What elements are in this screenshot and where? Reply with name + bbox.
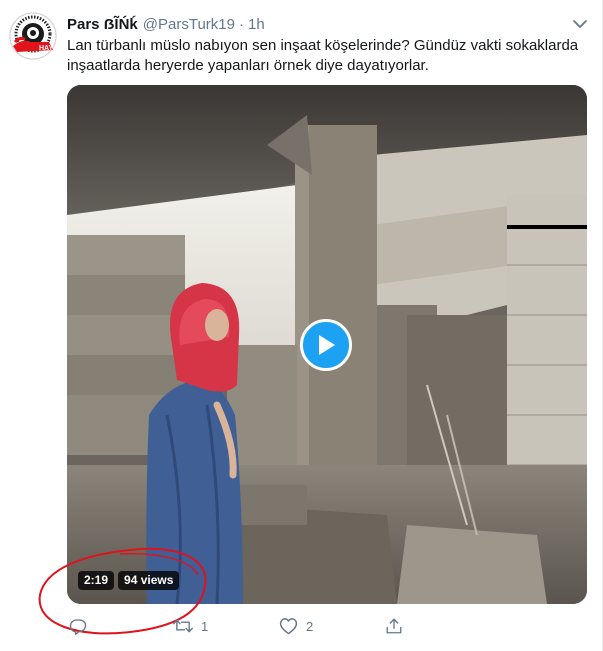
avatar[interactable]: HAY xyxy=(9,12,57,60)
tweet-text-line: inşaatlarda heryerde yapanları örnek diy… xyxy=(67,57,429,74)
retweet-icon xyxy=(173,619,193,633)
play-icon xyxy=(319,335,335,355)
chevron-down-icon[interactable] xyxy=(572,16,588,32)
tweet-timestamp[interactable]: 1h xyxy=(248,16,265,33)
video-player[interactable]: 2:19 94 views xyxy=(67,85,587,604)
like-button[interactable]: 2 xyxy=(279,614,313,638)
display-name[interactable]: Pars ẞĨŃḱ xyxy=(67,16,138,33)
tweet-text: Lan türbanlı müslo nabıyon sen inşaat kö… xyxy=(67,36,587,76)
tweet-text-line: Lan türbanlı müslo nabıyon sen inşaat kö… xyxy=(67,37,579,54)
like-count: 2 xyxy=(306,618,314,634)
share-icon xyxy=(386,618,402,634)
retweet-button[interactable]: 1 xyxy=(173,614,208,638)
heart-icon xyxy=(279,618,298,635)
tweet-header: Pars ẞĨŃḱ @ParsTurk19 · 1h xyxy=(67,14,588,34)
video-badges: 2:19 94 views xyxy=(78,571,180,590)
tweet-actions: 1 2 xyxy=(67,614,587,638)
share-button[interactable] xyxy=(385,614,403,638)
tweet: HAY Pars ẞĨŃḱ @ParsTurk19 · 1h Lan türba… xyxy=(0,0,603,651)
user-handle[interactable]: @ParsTurk19 xyxy=(143,16,235,33)
reply-button[interactable] xyxy=(69,614,87,638)
avatar-banner-text: HAY xyxy=(39,45,53,52)
separator-dot: · xyxy=(238,15,244,33)
video-duration: 2:19 xyxy=(78,571,115,590)
circular-logo-avatar-icon: HAY xyxy=(9,12,57,60)
reply-icon xyxy=(69,619,87,635)
view-count: 94 views xyxy=(118,571,180,590)
retweet-count: 1 xyxy=(201,618,209,634)
play-button[interactable] xyxy=(300,319,352,371)
